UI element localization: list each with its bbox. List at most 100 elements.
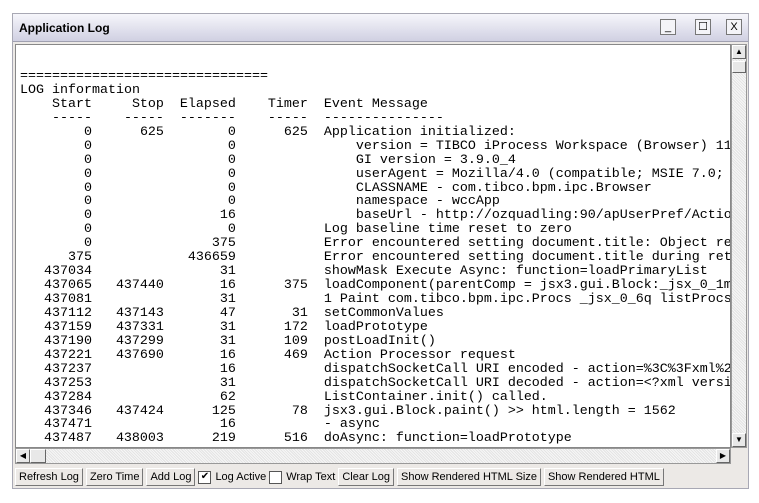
- log-start: 0: [83, 152, 92, 168]
- application-log-window: Application Log _ ☐ X ==================…: [12, 13, 749, 489]
- log-elapsed: 0: [227, 222, 236, 238]
- log-start: 437487: [43, 431, 92, 447]
- log-message: postLoadInit(): [323, 333, 436, 349]
- horizontal-scroll-thumb[interactable]: [30, 449, 46, 463]
- log-stop: [92, 293, 164, 307]
- log-start: 437065: [43, 278, 92, 294]
- header-timer: Timer: [267, 96, 308, 112]
- log-row: 0 625 0 625 Application initialized:: [20, 124, 730, 140]
- log-elapsed: 0: [227, 124, 236, 140]
- log-timer: 516: [283, 431, 308, 447]
- underline-elapsed: -------: [179, 110, 236, 126]
- log-row: 437253 31 dispatchSocketCall URI decoded -…: [20, 376, 730, 391]
- log-stop: [92, 168, 164, 182]
- log-message: ListContainer.init() called.: [323, 389, 548, 405]
- log-start: 437237: [43, 361, 92, 377]
- log-elapsed: 375: [211, 236, 236, 252]
- log-message: showMask Execute Async: function=loadPri…: [323, 264, 708, 280]
- clear-log-button[interactable]: Clear Log: [338, 468, 395, 486]
- log-timer: [236, 154, 308, 168]
- log-timer: [236, 223, 308, 237]
- header-start: Start: [51, 96, 92, 112]
- horizontal-scrollbar[interactable]: ◀ ▶: [15, 448, 731, 464]
- log-timer: 31: [291, 305, 308, 321]
- add-log-button[interactable]: Add Log: [146, 468, 196, 486]
- log-text-area[interactable]: =============================== LOG info…: [15, 44, 731, 448]
- log-elapsed: 16: [219, 278, 236, 294]
- log-elapsed: 0: [227, 180, 236, 196]
- log-start: 437346: [43, 403, 92, 419]
- log-stop: [92, 265, 164, 279]
- log-elapsed: 0: [227, 166, 236, 182]
- close-button[interactable]: X: [726, 19, 742, 35]
- underline-message: ---------------: [323, 110, 444, 126]
- separator-line: ===============================: [20, 69, 268, 84]
- checkbox-checked-icon[interactable]: ✔: [198, 470, 212, 484]
- maximize-button[interactable]: ☐: [695, 19, 711, 35]
- log-timer: [236, 209, 308, 223]
- log-elapsed: 0: [227, 138, 236, 154]
- underline-stop: -----: [123, 110, 164, 126]
- log-message: loadPrototype: [323, 319, 428, 335]
- log-stop: [92, 209, 164, 223]
- log-message: dispatchSocketCall URI encoded - action=…: [323, 361, 731, 377]
- log-elapsed: 31: [219, 292, 236, 307]
- column-headers: Start Stop Elapsed Timer Event Message: [20, 96, 730, 112]
- log-row: 0 0 namespace - wccApp: [20, 194, 730, 210]
- minimize-button[interactable]: _: [660, 19, 676, 35]
- log-message: baseUrl - http://ozquadling:90/apUserPre…: [323, 208, 731, 224]
- log-message: namespace - wccApp: [323, 194, 500, 210]
- vertical-scrollbar[interactable]: ▲ ▼: [731, 44, 747, 448]
- underline-timer: -----: [267, 110, 308, 126]
- log-stop: [92, 182, 164, 196]
- scroll-up-arrow-icon[interactable]: ▲: [732, 45, 746, 59]
- log-start: 0: [83, 222, 92, 238]
- log-row: 437284 62 ListContainer.init() called.: [20, 389, 730, 405]
- log-timer: [236, 377, 308, 391]
- refresh-log-button[interactable]: Refresh Log: [15, 468, 83, 486]
- log-row: 437237 16 dispatchSocketCall URI encoded -…: [20, 361, 731, 377]
- log-stop: [92, 418, 164, 432]
- log-message: setCommonValues: [323, 305, 444, 321]
- header-stop: Stop: [131, 96, 164, 112]
- log-message: Error encountered setting document.title…: [323, 236, 731, 252]
- log-stop: 625: [139, 124, 164, 140]
- scroll-left-arrow-icon[interactable]: ◀: [16, 449, 30, 463]
- log-message: userAgent = Mozilla/4.0 (compatible; MSI…: [323, 166, 731, 182]
- log-row: 0 16 baseUrl - http://ozquadling:90/apUse…: [20, 208, 731, 224]
- log-stop: [92, 251, 164, 265]
- log-elapsed: 436659: [187, 250, 236, 266]
- log-start: 437159: [43, 319, 92, 335]
- log-message: 1 Paint com.tibco.bpm.ipc.Procs _jsx_0_6…: [323, 292, 731, 307]
- wrap-text-checkbox[interactable]: Wrap Text: [269, 470, 335, 484]
- log-row: 0 0 CLASSNAME - com.tibco.bpm.ipc.Browser: [20, 180, 730, 196]
- log-row: 437081 31 1 Paint com.tibco.bpm.ipc.Procs …: [20, 292, 731, 307]
- log-timer: [236, 363, 308, 377]
- log-timer: [236, 251, 308, 265]
- log-row: 437346 437424 125 78 jsx3.gui.Block.paint() …: [20, 403, 730, 419]
- log-active-checkbox[interactable]: ✔ Log Active: [198, 470, 266, 484]
- log-start: 437112: [43, 305, 92, 321]
- log-timer: 172: [283, 319, 308, 335]
- checkbox-unchecked-icon[interactable]: [269, 470, 283, 484]
- toolbar: Refresh Log Zero Time Add Log ✔ Log Acti…: [15, 466, 664, 488]
- log-timer: [236, 168, 308, 182]
- log-row: 0 0 version = TIBCO iProcess Workspace (B…: [20, 138, 731, 154]
- show-rendered-html-size-button[interactable]: Show Rendered HTML Size: [397, 468, 541, 486]
- log-message: version = TIBCO iProcess Workspace (Brow…: [323, 138, 731, 154]
- zero-time-button[interactable]: Zero Time: [85, 468, 144, 486]
- scroll-down-arrow-icon[interactable]: ▼: [732, 433, 746, 447]
- title-bar[interactable]: Application Log _ ☐ X: [13, 14, 748, 42]
- log-message: CLASSNAME - com.tibco.bpm.ipc.Browser: [323, 180, 652, 196]
- scroll-right-arrow-icon[interactable]: ▶: [716, 449, 730, 463]
- vertical-scroll-thumb[interactable]: [732, 61, 746, 73]
- log-start: 437284: [43, 389, 92, 405]
- log-timer: 625: [283, 124, 308, 140]
- show-rendered-html-button[interactable]: Show Rendered HTML: [543, 468, 664, 486]
- column-underlines: ----- ----- ------- ----- ---------------: [20, 110, 730, 126]
- log-timer: [236, 237, 308, 251]
- log-timer: [236, 265, 308, 279]
- log-start: 0: [83, 194, 92, 210]
- log-row: 437487 438003 219 516 doAsync: function=load…: [20, 431, 730, 447]
- log-stop: 437299: [115, 333, 164, 349]
